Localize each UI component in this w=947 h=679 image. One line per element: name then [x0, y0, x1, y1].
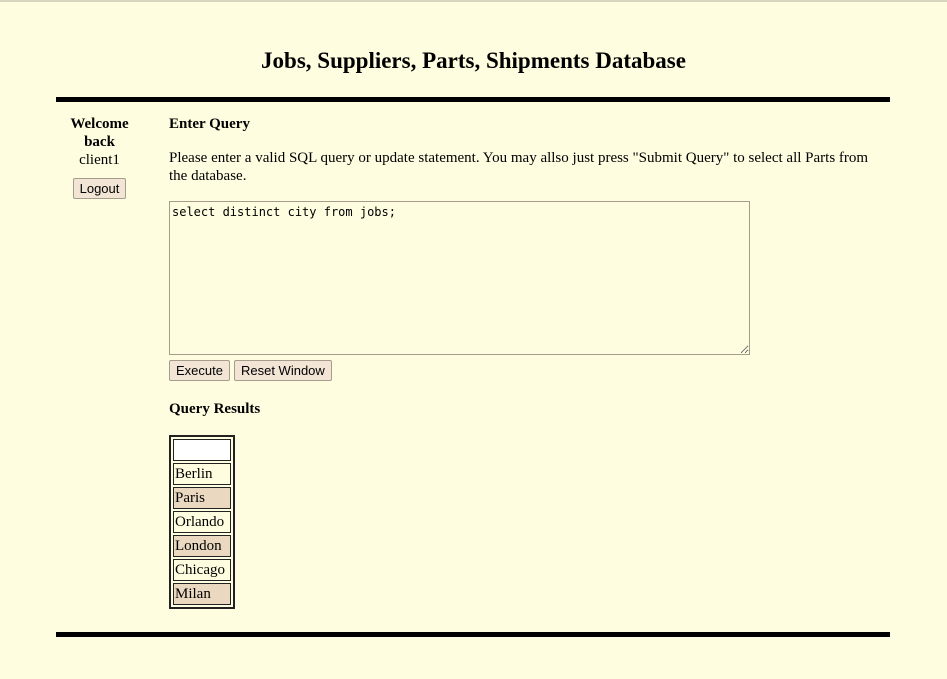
page: Jobs, Suppliers, Parts, Shipments Databa… — [0, 0, 947, 679]
table-cell: Paris — [173, 487, 231, 509]
table-cell: Milan — [173, 583, 231, 605]
logout-button[interactable]: Logout — [72, 178, 127, 199]
main-content: Enter Query Please enter a valid SQL que… — [169, 115, 889, 609]
sidebar: Welcome back client1 Logout — [56, 115, 143, 199]
results-table: Berlin Paris Orlando London Chicago Mila… — [169, 435, 235, 609]
table-cell: Berlin — [173, 463, 231, 485]
table-row: Chicago — [173, 559, 231, 581]
query-results-heading: Query Results — [169, 401, 261, 417]
table-row: Milan — [173, 583, 231, 605]
column-header — [173, 439, 231, 461]
table-row: Berlin — [173, 463, 231, 485]
welcome-line-2: back — [84, 134, 115, 150]
query-button-row: Execute Reset Window — [169, 360, 889, 381]
top-divider — [56, 97, 890, 102]
table-cell: London — [173, 535, 231, 557]
table-cell: Orlando — [173, 511, 231, 533]
page-title: Jobs, Suppliers, Parts, Shipments Databa… — [261, 48, 686, 73]
execute-button[interactable]: Execute — [169, 360, 230, 381]
table-row: London — [173, 535, 231, 557]
welcome-text: Welcome back — [56, 115, 143, 151]
table-cell: Chicago — [173, 559, 231, 581]
table-header-row — [173, 439, 231, 461]
welcome-line-1: Welcome — [70, 116, 129, 132]
query-instructions: Please enter a valid SQL query or update… — [169, 150, 869, 184]
table-row: Orlando — [173, 511, 231, 533]
bottom-divider — [56, 632, 890, 637]
reset-window-button[interactable]: Reset Window — [233, 360, 332, 381]
query-input[interactable]: select distinct city from jobs; — [169, 201, 750, 355]
enter-query-heading: Enter Query — [169, 116, 250, 132]
table-row: Paris — [173, 487, 231, 509]
username: client1 — [79, 152, 120, 168]
top-border — [0, 0, 947, 2]
